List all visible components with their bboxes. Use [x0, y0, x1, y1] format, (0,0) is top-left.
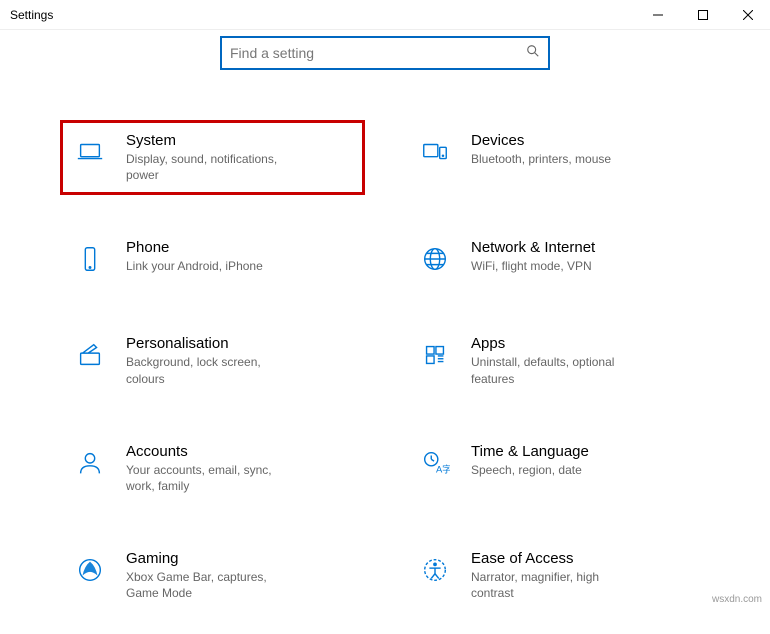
- search-row: [60, 30, 710, 100]
- tile-desc: Xbox Game Bar, captures, Game Mode: [126, 569, 286, 601]
- tile-network[interactable]: Network & Internet WiFi, flight mode, VP…: [405, 227, 710, 291]
- settings-content: System Display, sound, notifications, po…: [0, 30, 770, 634]
- time-language-icon: A字: [415, 443, 455, 483]
- tile-desc: Background, lock screen, colours: [126, 354, 286, 386]
- search-input[interactable]: [230, 45, 526, 61]
- tile-devices[interactable]: Devices Bluetooth, printers, mouse: [405, 120, 710, 195]
- minimize-button[interactable]: [635, 0, 680, 30]
- tile-title: Devices: [471, 132, 700, 149]
- tile-phone[interactable]: Phone Link your Android, iPhone: [60, 227, 365, 291]
- tile-gaming[interactable]: Gaming Xbox Game Bar, captures, Game Mod…: [60, 538, 365, 613]
- tile-desc: Speech, region, date: [471, 462, 631, 478]
- maximize-button[interactable]: [680, 0, 725, 30]
- tile-desc: Narrator, magnifier, high contrast: [471, 569, 631, 601]
- close-button[interactable]: [725, 0, 770, 30]
- tile-time-language[interactable]: A字 Time & Language Speech, region, date: [405, 431, 710, 506]
- tile-title: Personalisation: [126, 335, 355, 352]
- person-icon: [70, 443, 110, 483]
- tile-title: Apps: [471, 335, 700, 352]
- tile-desc: Link your Android, iPhone: [126, 258, 286, 274]
- gaming-icon: [70, 550, 110, 590]
- tile-desc: Uninstall, defaults, optional features: [471, 354, 631, 386]
- laptop-icon: [70, 132, 110, 172]
- svg-text:A字: A字: [436, 463, 450, 474]
- tile-desc: Display, sound, notifications, power: [126, 151, 286, 183]
- close-icon: [743, 10, 753, 20]
- tile-title: Time & Language: [471, 443, 700, 460]
- tile-ease-of-access[interactable]: Ease of Access Narrator, magnifier, high…: [405, 538, 710, 613]
- search-box[interactable]: [220, 36, 550, 70]
- tile-title: System: [126, 132, 355, 149]
- phone-icon: [70, 239, 110, 279]
- tile-title: Phone: [126, 239, 355, 256]
- tile-accounts[interactable]: Accounts Your accounts, email, sync, wor…: [60, 431, 365, 506]
- maximize-icon: [698, 10, 708, 20]
- apps-icon: [415, 335, 455, 375]
- tile-desc: Bluetooth, printers, mouse: [471, 151, 631, 167]
- tile-title: Accounts: [126, 443, 355, 460]
- tile-desc: WiFi, flight mode, VPN: [471, 258, 631, 274]
- tile-personalisation[interactable]: Personalisation Background, lock screen,…: [60, 323, 365, 398]
- titlebar: Settings: [0, 0, 770, 30]
- devices-icon: [415, 132, 455, 172]
- settings-grid: System Display, sound, notifications, po…: [60, 120, 710, 614]
- ease-of-access-icon: [415, 550, 455, 590]
- globe-icon: [415, 239, 455, 279]
- tile-title: Network & Internet: [471, 239, 700, 256]
- watermark: wsxdn.com: [712, 594, 762, 605]
- tile-title: Ease of Access: [471, 550, 700, 567]
- tile-apps[interactable]: Apps Uninstall, defaults, optional featu…: [405, 323, 710, 398]
- tile-title: Gaming: [126, 550, 355, 567]
- search-icon: [526, 44, 540, 63]
- tile-system[interactable]: System Display, sound, notifications, po…: [60, 120, 365, 195]
- paint-icon: [70, 335, 110, 375]
- minimize-icon: [653, 10, 663, 20]
- window-title: Settings: [10, 8, 635, 22]
- tile-desc: Your accounts, email, sync, work, family: [126, 462, 286, 494]
